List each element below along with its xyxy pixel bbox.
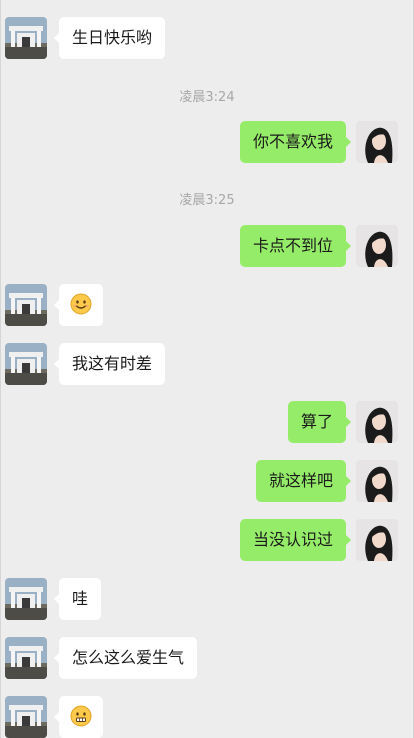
building-gate-avatar-icon xyxy=(5,17,47,59)
self-avatar[interactable] xyxy=(356,460,398,502)
timestamp: 凌晨3:25 xyxy=(179,193,235,208)
contact-avatar[interactable] xyxy=(5,284,47,326)
message-row: 算了 xyxy=(1,401,413,445)
building-gate-avatar-icon xyxy=(5,343,47,385)
girl-portrait-avatar-icon xyxy=(356,121,398,163)
message-row: 就这样吧 xyxy=(1,460,413,504)
contact-avatar[interactable] xyxy=(5,637,47,679)
message-bubble[interactable]: 你不喜欢我 xyxy=(239,121,352,163)
girl-portrait-avatar-icon xyxy=(356,225,398,267)
message-row: 你不喜欢我 xyxy=(1,121,413,165)
message-bubble[interactable]: 就这样吧 xyxy=(255,460,352,502)
message-row: 卡点不到位 xyxy=(1,225,413,269)
smile-emoji-icon xyxy=(70,293,92,315)
message-row: 我这有时差 xyxy=(1,343,413,387)
message-bubble[interactable] xyxy=(54,696,103,738)
message-bubble[interactable] xyxy=(54,284,103,326)
timestamp: 凌晨3:24 xyxy=(179,90,235,105)
contact-avatar[interactable] xyxy=(5,17,47,59)
self-avatar[interactable] xyxy=(356,225,398,267)
girl-portrait-avatar-icon xyxy=(356,401,398,443)
message-row: 当没认识过 xyxy=(1,519,413,563)
building-gate-avatar-icon xyxy=(5,696,47,738)
message-bubble[interactable]: 卡点不到位 xyxy=(239,225,352,267)
building-gate-avatar-icon xyxy=(5,578,47,620)
contact-avatar[interactable] xyxy=(5,696,47,738)
message-bubble[interactable]: 算了 xyxy=(287,401,352,443)
building-gate-avatar-icon xyxy=(5,284,47,326)
girl-portrait-avatar-icon xyxy=(356,519,398,561)
self-avatar[interactable] xyxy=(356,401,398,443)
message-row: 怎么这么爱生气 xyxy=(1,637,413,681)
self-avatar[interactable] xyxy=(356,519,398,561)
message-bubble[interactable]: 我这有时差 xyxy=(53,343,166,385)
self-avatar[interactable] xyxy=(356,121,398,163)
awkward-emoji-icon xyxy=(70,705,92,727)
message-row: 哇 xyxy=(1,578,413,622)
message-bubble[interactable]: 生日快乐哟 xyxy=(53,17,166,59)
girl-portrait-avatar-icon xyxy=(356,460,398,502)
message-row: 生日快乐哟 xyxy=(1,17,413,61)
message-bubble[interactable]: 当没认识过 xyxy=(239,519,352,561)
message-bubble[interactable]: 哇 xyxy=(53,578,102,620)
contact-avatar[interactable] xyxy=(5,343,47,385)
chat-message-list[interactable]: 生日快乐哟 凌晨3:24 你不喜欢我 凌晨3:25 卡点不到位 我这有时差 算了… xyxy=(0,0,414,738)
contact-avatar[interactable] xyxy=(5,578,47,620)
message-row xyxy=(1,696,413,738)
message-row xyxy=(1,284,413,328)
message-bubble[interactable]: 怎么这么爱生气 xyxy=(53,637,198,679)
building-gate-avatar-icon xyxy=(5,637,47,679)
